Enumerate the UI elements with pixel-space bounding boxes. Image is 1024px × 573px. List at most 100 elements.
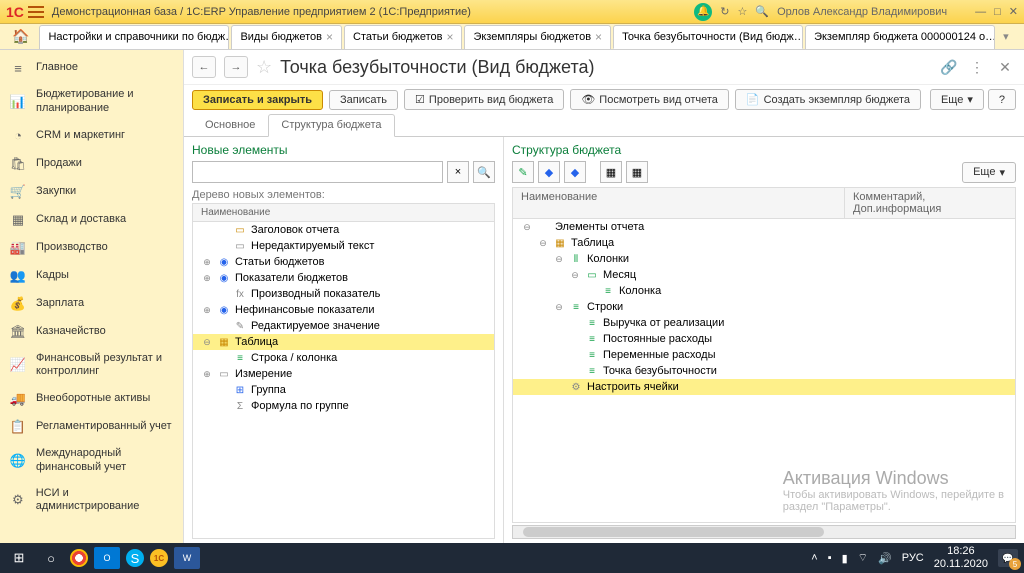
search-icon[interactable]: 🔍 <box>755 5 769 18</box>
sidebar-item[interactable]: 👥Кадры <box>0 262 183 290</box>
skype-icon[interactable]: S <box>126 549 144 567</box>
sidebar-item[interactable]: 🛒Закупки <box>0 178 183 206</box>
expand-icon[interactable]: ⊖ <box>553 254 565 265</box>
tree-row[interactable]: ΣФормула по группе <box>193 398 494 414</box>
tree-row[interactable]: ⊕◉Нефинансовые показатели <box>193 302 494 318</box>
subtab-structure[interactable]: Структура бюджета <box>268 114 394 137</box>
volume-icon[interactable]: 🔊 <box>878 552 892 565</box>
search-taskbar-icon[interactable]: ○ <box>38 547 64 569</box>
tree-row[interactable]: ⊖≡Строки <box>513 299 1015 315</box>
sidebar-item[interactable]: ⚙НСИ и администрирование <box>0 481 183 521</box>
favorite-icon[interactable]: ☆ <box>256 57 272 78</box>
help-button[interactable]: ? <box>988 89 1016 110</box>
tree-row[interactable]: ⊖Элементы отчета <box>513 219 1015 235</box>
kebab-icon[interactable]: ⋮ <box>966 56 988 78</box>
tree-row[interactable]: ≡Выручка от реализации <box>513 315 1015 331</box>
start-button[interactable]: ⊞ <box>6 547 32 569</box>
sidebar-item[interactable]: 📋Регламентированный учет <box>0 413 183 441</box>
tray-up-icon[interactable]: ˄ <box>811 552 817 564</box>
outlook-icon[interactable]: O <box>94 547 120 569</box>
sidebar-item[interactable]: 📊Бюджетирование и планирование <box>0 82 183 122</box>
document-tab[interactable]: Настройки и справочники по бюдж…× <box>39 25 229 49</box>
close-icon[interactable]: ✕ <box>1009 5 1018 18</box>
document-tab[interactable]: Экземпляры бюджетов× <box>464 25 611 49</box>
history-icon[interactable]: ↻ <box>720 5 729 18</box>
expand-icon[interactable]: ⊕ <box>201 369 213 380</box>
tree-row[interactable]: ⊕▭Измерение <box>193 366 494 382</box>
search-input[interactable] <box>192 161 443 183</box>
create-instance-button[interactable]: 📄Создать экземпляр бюджета <box>735 89 921 110</box>
notification-icon[interactable]: 💬5 <box>998 549 1018 567</box>
check-button[interactable]: ☑Проверить вид бюджета <box>404 89 564 110</box>
tree-row[interactable]: ⊕◉Показатели бюджетов <box>193 270 494 286</box>
search-button[interactable]: 🔍 <box>473 161 495 183</box>
language-indicator[interactable]: РУС <box>902 552 924 564</box>
document-tab[interactable]: Экземпляр бюджета 000000124 о…× <box>805 25 995 49</box>
tool-button-2[interactable]: ▦ <box>626 161 648 183</box>
expand-icon[interactable]: ⊕ <box>201 257 213 268</box>
expand-icon[interactable]: ⊖ <box>537 238 549 249</box>
tree-row[interactable]: ▭Нередактируемый текст <box>193 238 494 254</box>
tree-row[interactable]: ⊖▭Месяц <box>513 267 1015 283</box>
sidebar-item[interactable]: 🌐Международный финансовый учет <box>0 441 183 481</box>
user-name[interactable]: Орлов Александр Владимирович <box>777 6 947 18</box>
document-tab[interactable]: Статьи бюджетов× <box>344 25 462 49</box>
minimize-icon[interactable]: — <box>975 6 986 18</box>
tabs-dropdown-icon[interactable]: ▾ <box>997 30 1015 43</box>
sidebar-item[interactable]: 💰Зарплата <box>0 290 183 318</box>
tree-row[interactable]: ⊕◉Статьи бюджетов <box>193 254 494 270</box>
move-left-button[interactable]: ◆ <box>538 161 560 183</box>
expand-icon[interactable]: ⊕ <box>201 305 213 316</box>
tree-row[interactable]: ⊖▦Таблица <box>193 334 494 350</box>
wifi-icon[interactable]: ⌔ <box>858 551 868 565</box>
sidebar-item[interactable]: 📈Финансовый результат и контроллинг <box>0 346 183 386</box>
sidebar-item[interactable]: ◔CRM и маркетинг <box>0 122 183 150</box>
bell-icon[interactable]: 🔔 <box>694 3 712 21</box>
structure-more-button[interactable]: Еще ▾ <box>962 162 1016 183</box>
1c-taskbar-icon[interactable]: 1C <box>150 549 168 567</box>
link-icon[interactable]: 🔗 <box>938 56 960 78</box>
sidebar-item[interactable]: 🏛Казначейство <box>0 318 183 346</box>
clear-search-button[interactable]: × <box>447 161 469 183</box>
expand-icon[interactable]: ⊖ <box>553 302 565 313</box>
document-tab[interactable]: Точка безубыточности (Вид бюдж…× <box>613 25 803 49</box>
expand-icon[interactable]: ⊖ <box>201 337 213 348</box>
tool-button-1[interactable]: ▦ <box>600 161 622 183</box>
word-icon[interactable]: W <box>174 547 200 569</box>
edit-button[interactable]: ✎ <box>512 161 534 183</box>
move-right-button[interactable]: ◆ <box>564 161 586 183</box>
tree-row[interactable]: ≡Колонка <box>513 283 1015 299</box>
maximize-icon[interactable]: □ <box>994 6 1001 18</box>
sidebar-item[interactable]: 🚚Внеоборотные активы <box>0 385 183 413</box>
chrome-icon[interactable] <box>70 549 88 567</box>
clock[interactable]: 18:26 20.11.2020 <box>934 545 988 571</box>
network-icon[interactable]: ▮ <box>842 552 848 565</box>
tree-row[interactable]: ⊖▦Таблица <box>513 235 1015 251</box>
tree-row[interactable]: ⊖⦀Колонки <box>513 251 1015 267</box>
sidebar-item[interactable]: ▦Склад и доставка <box>0 206 183 234</box>
subtab-main[interactable]: Основное <box>192 114 268 136</box>
tree-row[interactable]: ⚙Настроить ячейки <box>513 379 1015 395</box>
tab-close-icon[interactable]: × <box>326 30 333 44</box>
expand-icon[interactable]: ⊖ <box>569 270 581 281</box>
horizontal-scrollbar[interactable] <box>512 525 1016 539</box>
tree-row[interactable]: ▭Заголовок отчета <box>193 222 494 238</box>
tree-row[interactable]: fxПроизводный показатель <box>193 286 494 302</box>
sidebar-item[interactable]: ≡Главное <box>0 54 183 82</box>
preview-button[interactable]: 👁Посмотреть вид отчета <box>570 89 729 110</box>
tab-close-icon[interactable]: × <box>595 30 602 44</box>
expand-icon[interactable]: ⊕ <box>201 273 213 284</box>
tree-row[interactable]: ✎Редактируемое значение <box>193 318 494 334</box>
tree-row[interactable]: ≡Точка безубыточности <box>513 363 1015 379</box>
sidebar-item[interactable]: 🏭Производство <box>0 234 183 262</box>
sidebar-item[interactable]: 🛍Продажи <box>0 150 183 178</box>
more-button[interactable]: Еще ▾ <box>930 89 984 110</box>
home-tab[interactable]: 🏠 <box>4 28 37 45</box>
star-icon[interactable]: ☆ <box>737 5 747 18</box>
expand-icon[interactable]: ⊖ <box>521 222 533 233</box>
battery-icon[interactable]: ▪ <box>828 552 832 564</box>
menu-icon[interactable] <box>28 6 44 18</box>
save-close-button[interactable]: Записать и закрыть <box>192 90 323 110</box>
tab-close-icon[interactable]: × <box>446 30 453 44</box>
document-tab[interactable]: Виды бюджетов× <box>231 25 342 49</box>
